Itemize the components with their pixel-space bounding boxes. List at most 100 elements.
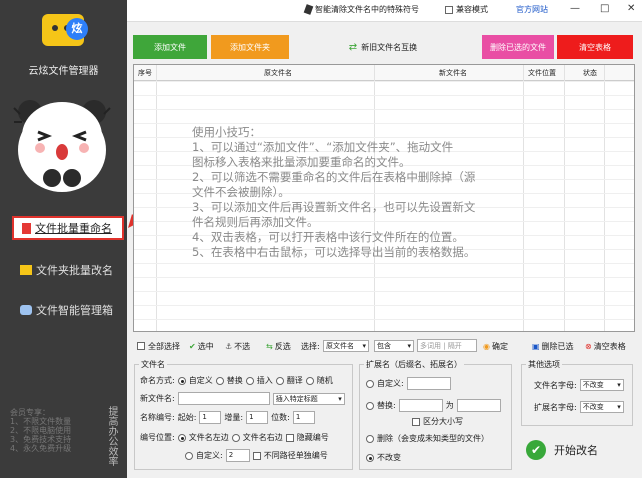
usage-tips: 使用小技巧： 1、可以通过“添加文件”、“添加文件夹”、拖动文件 图标移入表格来… <box>192 125 572 260</box>
digits-input[interactable]: 1 <box>292 411 315 424</box>
official-site-link[interactable]: 官方网站 <box>516 4 548 15</box>
checkbox-icon <box>137 342 145 350</box>
start-input[interactable]: 1 <box>199 411 222 424</box>
radio-custom[interactable] <box>177 376 186 385</box>
selection-toolbar: 全部选择 ✔ 选中 ⚓ 不选 ⇆ 反选 选择: 原文件名 ▾ 包含 ▾ 多词用 | … <box>133 338 635 354</box>
tip-line: 图标移入表格来批量添加要重命名的文件。 <box>192 155 411 169</box>
custom-pos-input[interactable]: 2 <box>225 449 250 462</box>
swap-icon: ⇄ <box>348 41 358 53</box>
radio-translate[interactable] <box>275 376 284 385</box>
mode-select-value: 包含 <box>377 342 391 350</box>
uncheck-button[interactable]: ⚓ 不选 <box>225 341 250 352</box>
select-all-label: 全部选择 <box>148 341 180 351</box>
minimize-button[interactable]: — <box>570 3 580 14</box>
clear-table-label: 清空表格 <box>593 341 626 351</box>
radio-pos-left[interactable] <box>177 433 186 442</box>
app-logo: 炫 <box>42 14 88 46</box>
field-select[interactable]: 原文件名 ▾ <box>323 340 369 352</box>
col-header-index[interactable]: 序号 <box>138 68 152 78</box>
uncheck-label: 不选 <box>234 341 251 351</box>
ext-case-row: 扩展名字母: 不改变 ▾ <box>534 401 624 413</box>
keyword-input[interactable]: 多词用 | 隔开 <box>417 339 477 352</box>
panda-mascot-image <box>13 100 111 192</box>
table-row-line <box>134 109 634 110</box>
special-chars-link[interactable]: 智能清除文件名中的特殊符号 <box>303 4 419 15</box>
start-rename-button[interactable]: ✔ 开始改名 <box>518 434 632 466</box>
sidebar-item-label: 文件智能管理箱 <box>36 304 113 317</box>
insert-title-select[interactable]: 插入特定标题 ▾ <box>272 392 345 405</box>
sidebar-item-batch-rename[interactable]: 文件批量重命名 <box>12 216 124 240</box>
radio-label: 删除（会变成未知类型的文件） <box>377 434 489 443</box>
start-label: 起始: <box>177 413 197 422</box>
ext-custom-input[interactable] <box>406 377 451 390</box>
invert-button[interactable]: ⇆ 反选 <box>266 341 291 352</box>
add-folder-button[interactable]: 添加文件夹 <box>211 35 289 59</box>
benefit-line: 4、永久免费升级 <box>10 444 72 453</box>
sidebar-item-folder-rename[interactable]: 文件夹批量改名 <box>12 258 124 282</box>
chevron-down-icon: ▾ <box>362 342 366 350</box>
other-options-title: 其他选项 <box>526 359 562 370</box>
separate-seq-label: 不同路径单独编号 <box>263 451 328 460</box>
benefit-line: 会员专享： <box>10 408 50 417</box>
col-header-location[interactable]: 文件位置 <box>528 68 556 78</box>
radio-pos-right[interactable] <box>231 433 240 442</box>
ext-replace-to-input[interactable] <box>456 399 501 412</box>
mode-select[interactable]: 包含 ▾ <box>374 340 414 352</box>
filename-case-select[interactable]: 不改变 ▾ <box>579 379 624 391</box>
new-name-input[interactable] <box>177 392 270 405</box>
confirm-label: 确定 <box>491 341 508 351</box>
benefit-line: 2、不限电脑使用 <box>10 426 72 435</box>
radio-label: 自定义 <box>188 376 213 385</box>
col-header-new-name[interactable]: 新文件名 <box>439 68 467 78</box>
check-icon: ✔ <box>189 341 196 351</box>
sidebar: 炫 云炫文件管理器 文件批量重命名 文件夹批量改名 文件智能管理箱 会员专享： … <box>0 0 183 478</box>
ext-replace-from-input[interactable] <box>398 399 443 412</box>
confirm-button[interactable]: ◉ 确定 <box>483 341 508 352</box>
check-button[interactable]: ✔ 选中 <box>189 341 214 352</box>
case-sensitive-checkbox[interactable] <box>412 417 420 426</box>
table-row-line <box>134 95 634 96</box>
mode-label: 命名方式: <box>140 376 175 385</box>
special-chars-label: 智能清除文件名中的特殊符号 <box>315 5 419 14</box>
swap-names-button[interactable]: ⇄ 新旧文件名互换 <box>343 35 423 59</box>
col-header-original-name[interactable]: 原文件名 <box>264 68 292 78</box>
radio-label: 翻译 <box>286 376 303 385</box>
file-table[interactable]: 序号 原文件名 新文件名 文件位置 状态 使用小技巧： 1、可以通过“添加文件”… <box>133 64 635 332</box>
delete-selected-files-button[interactable]: 删除已选的文件 <box>482 35 554 59</box>
radio-ext-custom[interactable] <box>366 379 374 388</box>
clear-icon: ⊗ <box>585 341 592 351</box>
close-button[interactable]: ✕ <box>627 3 635 14</box>
radio-ext-unchanged[interactable] <box>366 453 374 462</box>
checkbox-icon <box>445 5 453 14</box>
step-input[interactable]: 1 <box>246 411 269 424</box>
radio-ext-remove[interactable] <box>366 434 374 443</box>
restore-button[interactable]: □ <box>600 3 609 14</box>
folder-icon <box>20 265 32 275</box>
hide-seq-label: 隐藏编号 <box>296 433 329 442</box>
new-name-row: 新文件名: 插入特定标题 ▾ <box>140 392 345 405</box>
ext-case-select[interactable]: 不改变 ▾ <box>579 401 624 413</box>
add-file-button[interactable]: 添加文件 <box>133 35 207 59</box>
select-all-checkbox[interactable]: 全部选择 <box>137 341 180 352</box>
hide-seq-checkbox[interactable] <box>285 433 294 442</box>
col-header-status[interactable]: 状态 <box>583 68 597 78</box>
clear-list-button[interactable]: 清空表格 <box>557 35 633 59</box>
sidebar-item-smart-box[interactable]: 文件智能管理箱 <box>12 298 124 322</box>
radio-label: 不改变 <box>377 453 401 462</box>
benefit-line: 1、不限文件数量 <box>10 417 72 426</box>
radio-random[interactable] <box>305 376 314 385</box>
swap-label: 新旧文件名互换 <box>361 42 418 52</box>
delete-selected-button[interactable]: ▣ 删除已选 <box>532 341 574 352</box>
radio-label: 替换 <box>226 376 243 385</box>
radio-label: 插入 <box>256 376 273 385</box>
clear-table-button[interactable]: ⊗ 清空表格 <box>585 341 626 352</box>
radio-ext-replace[interactable] <box>366 401 374 410</box>
radio-pos-custom[interactable] <box>185 451 193 460</box>
benefit-line: 3、免费技术支持 <box>10 435 72 444</box>
table-row-line <box>134 319 634 320</box>
compat-mode-checkbox[interactable]: 兼容模式 <box>445 4 488 15</box>
separate-seq-checkbox[interactable] <box>252 451 261 460</box>
sidebar-item-label: 文件批量重命名 <box>35 222 112 235</box>
radio-replace[interactable] <box>215 376 224 385</box>
radio-insert[interactable] <box>245 376 254 385</box>
